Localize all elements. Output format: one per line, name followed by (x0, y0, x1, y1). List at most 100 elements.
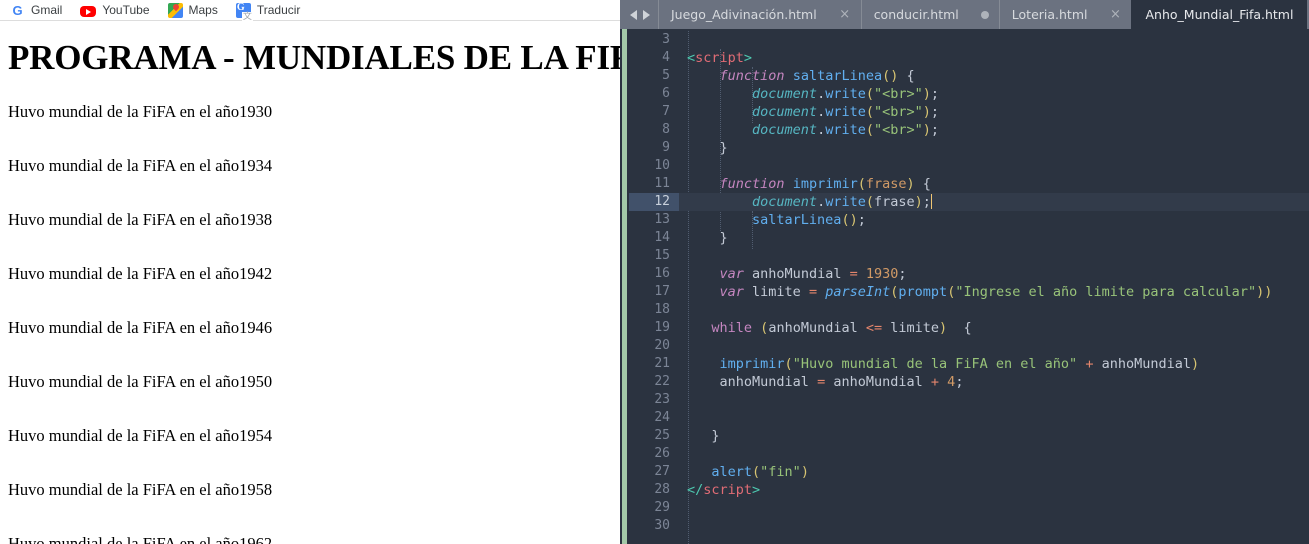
browser-pane: G Gmail YouTube Maps Traducir PROGRAMA -… (0, 0, 620, 544)
line-number: 26 (654, 446, 670, 461)
line-number: 30 (654, 518, 670, 533)
line-number-gutter: 3 4 5 6 7 8 9 10 11 12 13 14 15 16 17 18… (629, 29, 679, 544)
editor-body[interactable]: 3 4 5 6 7 8 9 10 11 12 13 14 15 16 17 18… (620, 29, 1309, 544)
line-number: 15 (654, 248, 670, 263)
tab-label: conducir.html (873, 7, 959, 22)
line-number: 23 (654, 392, 670, 407)
line-number: 16 (654, 266, 670, 281)
line-number: 10 (654, 158, 670, 173)
line-number: 6 (662, 86, 670, 101)
line-number: 20 (654, 338, 670, 353)
code-line: <script> (687, 50, 753, 66)
code-line: function imprimir(frase) { (719, 176, 931, 192)
translate-icon (235, 2, 253, 21)
close-icon[interactable]: × (839, 0, 851, 29)
bookmark-label: Maps (188, 3, 218, 17)
output-line: Huvo mundial de la FiFA en el año1942 (8, 264, 273, 283)
tab-loteria[interactable]: Loteria.html × (998, 0, 1132, 29)
maps-icon (167, 2, 183, 18)
code-line: document.write("<br>"); (752, 86, 940, 102)
bookmark-traducir[interactable]: Traducir (235, 2, 301, 21)
line-number: 18 (654, 302, 670, 317)
tab-scroll-right-icon[interactable] (643, 9, 650, 20)
tab-juego-adivinacion[interactable]: Juego_Adivinación.html × (658, 0, 861, 29)
bookmark-youtube[interactable]: YouTube (80, 3, 150, 17)
code-text-area[interactable]: <script> function saltarLinea() { docume… (679, 29, 1309, 544)
tab-anho-mundial-fifa[interactable]: Anho_Mundial_Fifa.html (1131, 0, 1308, 29)
tab-conducir[interactable]: conducir.html (860, 0, 999, 29)
youtube-icon (80, 5, 97, 17)
bookmark-label: YouTube (102, 3, 150, 17)
google-icon: G (12, 2, 23, 18)
tab-label: Loteria.html (1011, 7, 1088, 22)
bookmarks-bar: G Gmail YouTube Maps Traducir (0, 0, 620, 21)
code-line: } (719, 230, 728, 246)
output-line: Huvo mundial de la FiFA en el año1934 (8, 156, 273, 175)
line-number: 13 (654, 212, 670, 227)
tab-label: Anho_Mundial_Fifa.html (1145, 7, 1294, 22)
code-line: </script> (687, 482, 761, 498)
code-line: anhoMundial = anhoMundial + 4; (719, 374, 964, 390)
editor-tab-bar: Juego_Adivinación.html × conducir.html L… (620, 0, 1309, 29)
code-line: } (711, 428, 720, 444)
code-editor-pane: Juego_Adivinación.html × conducir.html L… (620, 0, 1309, 544)
line-number: 9 (662, 140, 670, 155)
code-line: while (anhoMundial <= limite) { (711, 320, 972, 336)
code-line: imprimir("Huvo mundial de la FiFA en el … (719, 356, 1200, 372)
output-line: Huvo mundial de la FiFA en el año1962 (8, 534, 273, 544)
code-line: saltarLinea(); (752, 212, 866, 228)
line-number: 7 (662, 104, 670, 119)
output-line: Huvo mundial de la FiFA en el año1950 (8, 372, 273, 391)
bookmark-label: Gmail (31, 3, 63, 17)
output-line: Huvo mundial de la FiFA en el año1954 (8, 426, 273, 445)
bookmark-gmail[interactable]: G Gmail (10, 3, 62, 18)
output-line: Huvo mundial de la FiFA en el año1958 (8, 480, 273, 499)
bookmark-maps[interactable]: Maps (167, 2, 218, 18)
text-cursor (930, 194, 932, 209)
code-line: document.write("<br>"); (752, 122, 940, 138)
line-number: 4 (662, 50, 670, 65)
line-number: 8 (662, 122, 670, 137)
unsaved-dot-icon[interactable] (980, 10, 989, 19)
line-number: 5 (662, 68, 670, 83)
output-line: Huvo mundial de la FiFA en el año1930 (8, 102, 273, 121)
line-number: 21 (654, 356, 670, 371)
code-line: document.write("<br>"); (752, 104, 940, 120)
line-number: 25 (654, 428, 670, 443)
code-line: var limite = parseInt(prompt("Ingrese el… (719, 284, 1273, 300)
line-number: 29 (654, 500, 670, 515)
line-number-active: 12 (629, 193, 679, 211)
line-number: 24 (654, 410, 670, 425)
line-number: 11 (654, 176, 670, 191)
line-number: 19 (654, 320, 670, 335)
code-line: } (719, 140, 728, 156)
close-icon[interactable]: × (1109, 0, 1121, 29)
line-number: 17 (654, 284, 670, 299)
tab-nav-arrows (620, 0, 658, 29)
tab-scroll-left-icon[interactable] (630, 9, 637, 20)
output-line: Huvo mundial de la FiFA en el año1946 (8, 318, 273, 337)
change-indicator-green (622, 29, 627, 544)
code-line: var anhoMundial = 1930; (719, 266, 907, 282)
bookmark-label: Traducir (256, 3, 301, 17)
change-indicator-bar (620, 29, 629, 544)
tab-label: Juego_Adivinación.html (671, 7, 817, 22)
code-line: alert("fin") (711, 464, 809, 480)
line-number: 27 (654, 464, 670, 479)
code-line: function saltarLinea() { (719, 68, 915, 84)
screen-root: G Gmail YouTube Maps Traducir PROGRAMA -… (0, 0, 1309, 544)
line-number: 22 (654, 374, 670, 389)
page-content: PROGRAMA - MUNDIALES DE LA FIFA Huvo mun… (0, 38, 620, 544)
line-number: 14 (654, 230, 670, 245)
line-number: 3 (662, 32, 670, 47)
